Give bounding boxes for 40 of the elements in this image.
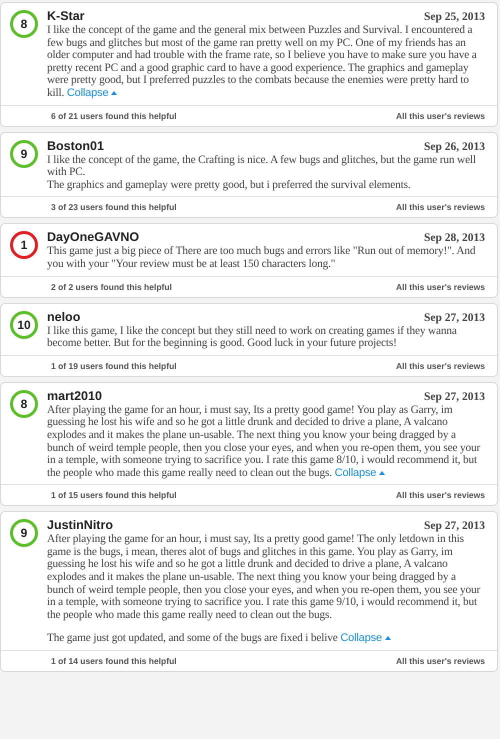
- user-reviews-link[interactable]: All this user's reviews: [396, 656, 485, 666]
- review-text: After playing the game for an hour, i must say, Its a pretty good game! You play as Garry, im guessing he lost his wife and so he got a little drunk and decided to drive a plane, A valcano explodes and it makes the plane un-usable. The next thing you know your being dragged by a bunch of weird temple people, then you close your eyes, and when you re-open them, you see your in a temple, with someone trying to sacrifice you. I rate this game 8/10, i would recommend it, but the people who made this game really need to clean out the bugs. Collapse: [47, 404, 482, 480]
- reviewer-name: DayOneGAVNO: [47, 230, 140, 244]
- caret-up-icon: [384, 636, 391, 640]
- helpful-count: 2 of 2 users found this helpful: [51, 282, 172, 292]
- score-badge: 10: [10, 310, 38, 339]
- user-reviews-link[interactable]: All this user's reviews: [396, 282, 485, 292]
- review-date: Sep 28, 2013: [424, 232, 485, 244]
- review-text: I like the concept of the game, the Crafting is nice. A few bugs and glitches, but the game run well with PC. The graphics and gameplay were pretty good, but i preferred the survival elements.: [47, 154, 477, 192]
- helpful-count: 6 of 21 users found this helpful: [51, 110, 177, 121]
- reviewer-name: mart2010: [47, 388, 102, 403]
- user-reviews-link[interactable]: All this user's reviews: [396, 490, 485, 500]
- score-badge: 8: [10, 390, 38, 418]
- review-date: Sep 27, 2013: [424, 312, 485, 324]
- score-badge: 8: [10, 10, 38, 38]
- user-reviews-link[interactable]: All this user's reviews: [396, 202, 485, 212]
- review-text: After playing the game for an hour, i must say, Its a pretty good game! The only letdown in this game is the bugs, i mean, theres alot of bugs and glitches in this game. You play as Garry, im guessing he lost his wife and so he got a little drunk and decided to drive a plane, A valcano explodes and it makes the plane un-usable. The next thing you know your being dragged by a bunch of weird temple people, then you close your eyes, and when you re-open them, you see your in a temple, with someone trying to sacrifice you. I rate this game 9/10, i would recommend it, but the people who made this game really need to clean out the bugs.: [47, 533, 482, 622]
- user-reviews-link[interactable]: All this user's reviews: [396, 110, 485, 121]
- review-date: Sep 27, 2013: [424, 520, 485, 532]
- helpful-count: 1 of 15 users found this helpful: [51, 490, 177, 500]
- review-text: I like the concept of the game and the general mix between Puzzles and Survival. I encountered a few bugs and glitches but most of the game ran pretty well on my PC. One of my friends has an older computer and had trouble with the frame rate, so I believe you have to make sure you have a pretty recent PC and a good graphic card to have a good experience. The graphics and gameplay were pretty good, but I preferred puzzles to the combats because the enemies were pretty hard to kill. Collapse: [47, 24, 478, 100]
- reviewer-name: K-Star: [47, 9, 85, 23]
- user-reviews-link[interactable]: All this user's reviews: [396, 360, 485, 371]
- reviewer-name: Boston01: [47, 138, 104, 153]
- reviewer-name: JustinNitro: [47, 518, 113, 532]
- score-badge: 9: [10, 519, 38, 548]
- review-date: Sep 26, 2013: [424, 140, 485, 153]
- reviewer-name: neloo: [47, 310, 80, 324]
- review-text: I like this game, I like the concept but they still need to work on creating games if they wanna become better. But for the beginning is good. Good luck in your future projects!: [47, 324, 458, 350]
- helpful-count: 1 of 14 users found this helpful: [51, 656, 177, 666]
- helpful-count: 1 of 19 users found this helpful: [51, 360, 177, 371]
- score-badge: 9: [10, 140, 38, 168]
- helpful-count: 3 of 23 users found this helpful: [51, 202, 177, 212]
- review-date: Sep 25, 2013: [424, 11, 485, 23]
- review-text: This game just a big piece of There are too much bugs and errors like "Run out of memory!". And you with your "Your review must be at least 150 characters long.": [47, 245, 476, 271]
- caret-up-icon: [379, 470, 386, 475]
- review-date: Sep 27, 2013: [424, 390, 485, 403]
- review-text: The game just got updated, and some of the bugs are fixed i belive Collapse: [47, 632, 485, 646]
- caret-up-icon: [111, 90, 118, 95]
- score-badge: 1: [10, 231, 38, 260]
